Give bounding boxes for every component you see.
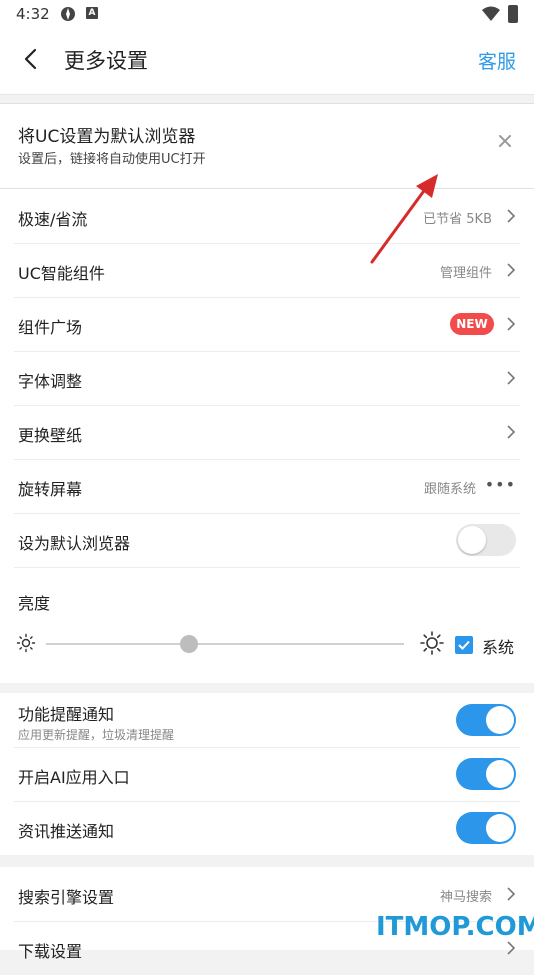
setting-label: 开启AI应用入口 <box>18 768 130 787</box>
status-time: 4:32 <box>16 5 50 23</box>
app-icon <box>61 7 75 21</box>
title-bar: 更多设置 客服 <box>0 28 534 95</box>
banner-title: 将UC设置为默认浏览器 <box>18 127 196 147</box>
setting-row-widget-plaza[interactable]: 组件广场 NEW <box>14 297 520 352</box>
more-dots-icon[interactable]: ••• <box>485 475 516 494</box>
check-icon <box>458 640 470 650</box>
chevron-right-icon <box>507 263 516 277</box>
setting-label: 搜索引擎设置 <box>18 888 115 907</box>
feature-notify-toggle[interactable] <box>456 704 516 736</box>
system-brightness-checkbox[interactable] <box>455 636 473 654</box>
setting-label: 旋转屏幕 <box>18 480 83 499</box>
ai-entry-toggle[interactable] <box>456 758 516 790</box>
chevron-right-icon <box>507 425 516 439</box>
battery-icon <box>508 5 518 23</box>
setting-row-news-push: 资讯推送通知 <box>14 801 520 855</box>
setting-row-font[interactable]: 字体调整 <box>14 351 520 406</box>
settings-group: 极速/省流 已节省 5KB UC智能组件 管理组件 组件广场 NEW 字体调整 … <box>0 189 534 683</box>
notifications-group: 功能提醒通知 应用更新提醒，垃圾清理提醒 开启AI应用入口 资讯推送通知 <box>0 693 534 855</box>
setting-label: 功能提醒通知 <box>18 705 115 724</box>
setting-row-rotate[interactable]: 旋转屏幕 跟随系统 ••• <box>14 459 520 514</box>
back-icon[interactable] <box>18 46 44 72</box>
brightness-label: 亮度 <box>18 594 51 613</box>
status-bar: 4:32 A <box>0 0 534 28</box>
banner-subtitle: 设置后，链接将自动使用UC打开 <box>18 152 206 167</box>
chevron-right-icon <box>507 209 516 223</box>
setting-value: 神马搜索 <box>439 890 492 905</box>
watermark: ITMOP.COM <box>376 912 534 942</box>
setting-label: 极速/省流 <box>18 210 88 229</box>
setting-label: 设为默认浏览器 <box>18 534 131 553</box>
a-icon: A <box>86 7 98 19</box>
chevron-right-icon <box>507 887 516 901</box>
setting-row-ai-entry: 开启AI应用入口 <box>14 747 520 802</box>
setting-label: 资讯推送通知 <box>18 822 115 841</box>
default-browser-banner: 将UC设置为默认浏览器 设置后，链接将自动使用UC打开 开启 <box>0 103 534 264</box>
setting-label: 更换壁纸 <box>18 426 83 445</box>
setting-label: 组件广场 <box>18 318 83 337</box>
sun-dim-icon <box>16 633 36 653</box>
wifi-icon <box>482 6 500 21</box>
annotation-arrow <box>370 174 438 264</box>
setting-row-default-browser: 设为默认浏览器 <box>14 513 520 568</box>
setting-sub-label: 应用更新提醒，垃圾清理提醒 <box>18 728 175 742</box>
close-icon[interactable] <box>497 133 513 149</box>
brightness-slider[interactable] <box>46 643 404 645</box>
setting-label: 下载设置 <box>18 942 83 961</box>
setting-label: UC智能组件 <box>18 264 105 283</box>
setting-row-wallpaper[interactable]: 更换壁纸 <box>14 405 520 460</box>
news-push-toggle[interactable] <box>456 812 516 844</box>
page-title: 更多设置 <box>64 49 148 73</box>
customer-service-button[interactable]: 客服 <box>478 47 516 74</box>
setting-value: 跟随系统 <box>423 482 476 497</box>
default-browser-toggle[interactable] <box>456 524 516 556</box>
setting-label: 字体调整 <box>18 372 83 391</box>
chevron-right-icon <box>507 371 516 385</box>
chevron-right-icon <box>507 317 516 331</box>
sun-bright-icon <box>420 631 444 655</box>
chevron-right-icon <box>507 941 516 955</box>
system-brightness-label: 系统 <box>482 638 515 657</box>
setting-row-feature-notify: 功能提醒通知 应用更新提醒，垃圾清理提醒 <box>14 693 520 748</box>
new-badge: NEW <box>450 313 494 335</box>
